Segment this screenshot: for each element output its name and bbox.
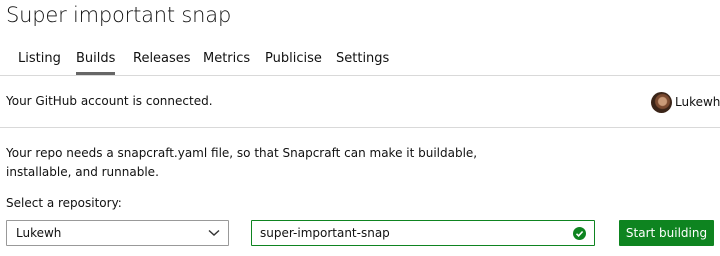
page-title: Super important snap [6,3,232,27]
user-avatar [651,91,672,113]
section-divider [0,127,720,128]
tab-listing[interactable]: Listing [18,44,61,75]
repository-name-field[interactable]: super-important-snap [251,220,595,246]
tab-bar: Listing Builds Releases Metrics Publicis… [0,44,720,77]
start-building-button[interactable]: Start building [619,220,714,246]
github-username: Lukewh [675,95,720,109]
check-circle-icon [573,227,586,240]
github-user: Lukewh [651,91,720,113]
tab-releases[interactable]: Releases [133,44,191,75]
repository-name-value: super-important-snap [260,226,390,240]
snapcraft-info-message: Your repo needs a snapcraft.yaml file, s… [6,146,478,179]
tab-metrics[interactable]: Metrics [203,44,250,75]
tab-publicise[interactable]: Publicise [265,44,322,75]
tab-builds[interactable]: Builds [76,44,116,75]
select-repository-label: Select a repository: [6,196,122,210]
repository-owner-select[interactable]: Lukewh [6,220,229,246]
github-status-text: Your GitHub account is connected. [6,94,213,108]
chevron-down-icon [208,229,220,236]
repository-owner-value: Lukewh [16,226,62,240]
tab-settings[interactable]: Settings [336,44,389,75]
tabs-divider [0,75,720,76]
